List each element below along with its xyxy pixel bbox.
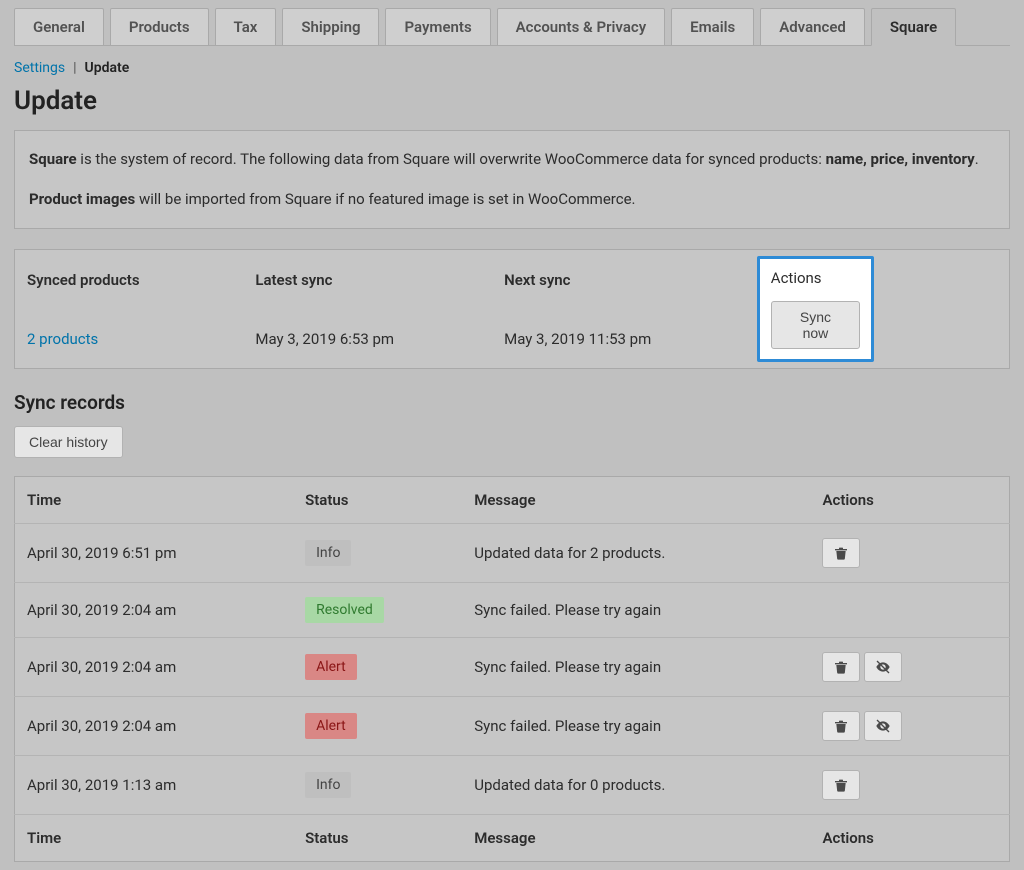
record-actions bbox=[810, 756, 1009, 815]
tab-square[interactable]: Square bbox=[871, 8, 956, 46]
tab-advanced[interactable]: Advanced bbox=[760, 8, 865, 45]
tab-tax[interactable]: Tax bbox=[215, 8, 277, 45]
tab-payments[interactable]: Payments bbox=[385, 8, 490, 45]
tab-shipping[interactable]: Shipping bbox=[282, 8, 379, 45]
record-time: April 30, 2019 6:51 pm bbox=[15, 524, 294, 583]
hide-record-button[interactable] bbox=[864, 652, 902, 682]
table-row: April 30, 2019 2:04 am Alert Sync failed. … bbox=[15, 697, 1010, 756]
sync-header-next: Next sync bbox=[492, 250, 751, 310]
hide-record-button[interactable] bbox=[864, 711, 902, 741]
sync-now-button[interactable]: Sync now bbox=[771, 301, 860, 349]
table-row: April 30, 2019 1:13 am Info Updated data f… bbox=[15, 756, 1010, 815]
trash-icon bbox=[833, 718, 849, 734]
trash-icon bbox=[833, 545, 849, 561]
records-header-actions: Actions bbox=[810, 477, 1009, 524]
sync-records-title: Sync records bbox=[14, 391, 1010, 414]
records-footer-time: Time bbox=[15, 815, 294, 862]
record-status: Info bbox=[293, 524, 462, 583]
record-message: Sync failed. Please try again bbox=[462, 583, 810, 638]
synced-products-link[interactable]: 2 products bbox=[27, 330, 98, 348]
status-badge: Alert bbox=[305, 713, 357, 739]
tab-general[interactable]: General bbox=[14, 8, 104, 45]
info-square-strong: Square bbox=[29, 150, 77, 168]
breadcrumb-current: Update bbox=[85, 60, 130, 76]
breadcrumb-separator: | bbox=[73, 60, 76, 76]
table-row: April 30, 2019 6:51 pm Info Updated data f… bbox=[15, 524, 1010, 583]
table-row: April 30, 2019 2:04 am Alert Sync failed. … bbox=[15, 638, 1010, 697]
records-header-message: Message bbox=[462, 477, 810, 524]
status-badge: Resolved bbox=[305, 597, 384, 623]
info-line2-text: will be imported from Square if no featu… bbox=[135, 190, 635, 208]
eye-slash-icon bbox=[875, 659, 891, 675]
record-status: Info bbox=[293, 756, 462, 815]
record-message: Updated data for 0 products. bbox=[462, 756, 810, 815]
record-status: Alert bbox=[293, 638, 462, 697]
record-time: April 30, 2019 2:04 am bbox=[15, 697, 294, 756]
settings-tabs: GeneralProductsTaxShippingPaymentsAccoun… bbox=[14, 8, 1010, 46]
next-sync-value: May 3, 2019 11:53 pm bbox=[492, 309, 751, 369]
breadcrumb: Settings | Update bbox=[14, 60, 1010, 76]
record-message: Sync failed. Please try again bbox=[462, 697, 810, 756]
record-message: Sync failed. Please try again bbox=[462, 638, 810, 697]
record-time: April 30, 2019 1:13 am bbox=[15, 756, 294, 815]
tab-products[interactable]: Products bbox=[110, 8, 209, 45]
record-actions bbox=[810, 697, 1009, 756]
record-time: April 30, 2019 2:04 am bbox=[15, 583, 294, 638]
record-actions bbox=[810, 638, 1009, 697]
records-footer-actions: Actions bbox=[810, 815, 1009, 862]
record-status: Alert bbox=[293, 697, 462, 756]
status-badge: Info bbox=[305, 772, 351, 798]
table-row: April 30, 2019 2:04 am Resolved Sync faile… bbox=[15, 583, 1010, 638]
status-badge: Alert bbox=[305, 654, 357, 680]
sync-header-synced: Synced products bbox=[15, 250, 244, 310]
breadcrumb-settings-link[interactable]: Settings bbox=[14, 60, 65, 76]
delete-record-button[interactable] bbox=[822, 770, 860, 800]
info-line-2: Product images will be imported from Squ… bbox=[29, 187, 995, 213]
actions-highlight-box: Actions Sync now bbox=[757, 256, 874, 362]
sync-status-table: Synced products Latest sync Next sync Ac… bbox=[14, 249, 1010, 369]
records-header-time: Time bbox=[15, 477, 294, 524]
trash-icon bbox=[833, 659, 849, 675]
clear-history-button[interactable]: Clear history bbox=[14, 426, 123, 458]
sync-header-latest: Latest sync bbox=[243, 250, 492, 310]
records-header-status: Status bbox=[293, 477, 462, 524]
delete-record-button[interactable] bbox=[822, 711, 860, 741]
sync-records-table: Time Status Message Actions April 30, 20… bbox=[14, 476, 1010, 862]
delete-record-button[interactable] bbox=[822, 538, 860, 568]
record-message: Updated data for 2 products. bbox=[462, 524, 810, 583]
records-footer-message: Message bbox=[462, 815, 810, 862]
info-fields-strong: name, price, inventory bbox=[826, 150, 975, 168]
record-actions bbox=[810, 583, 1009, 638]
record-time: April 30, 2019 2:04 am bbox=[15, 638, 294, 697]
page-title: Update bbox=[14, 86, 1010, 116]
eye-slash-icon bbox=[875, 718, 891, 734]
sync-header-actions: Actions bbox=[771, 269, 860, 287]
delete-record-button[interactable] bbox=[822, 652, 860, 682]
info-line1-period: . bbox=[975, 150, 979, 168]
info-line-1: Square is the system of record. The foll… bbox=[29, 147, 995, 173]
info-box: Square is the system of record. The foll… bbox=[14, 130, 1010, 229]
status-badge: Info bbox=[305, 540, 351, 566]
info-line1-text: is the system of record. The following d… bbox=[77, 150, 826, 168]
latest-sync-value: May 3, 2019 6:53 pm bbox=[243, 309, 492, 369]
record-actions bbox=[810, 524, 1009, 583]
record-status: Resolved bbox=[293, 583, 462, 638]
tab-accounts[interactable]: Accounts & Privacy bbox=[497, 8, 666, 45]
info-images-strong: Product images bbox=[29, 190, 135, 208]
records-footer-status: Status bbox=[293, 815, 462, 862]
tab-emails[interactable]: Emails bbox=[671, 8, 754, 45]
